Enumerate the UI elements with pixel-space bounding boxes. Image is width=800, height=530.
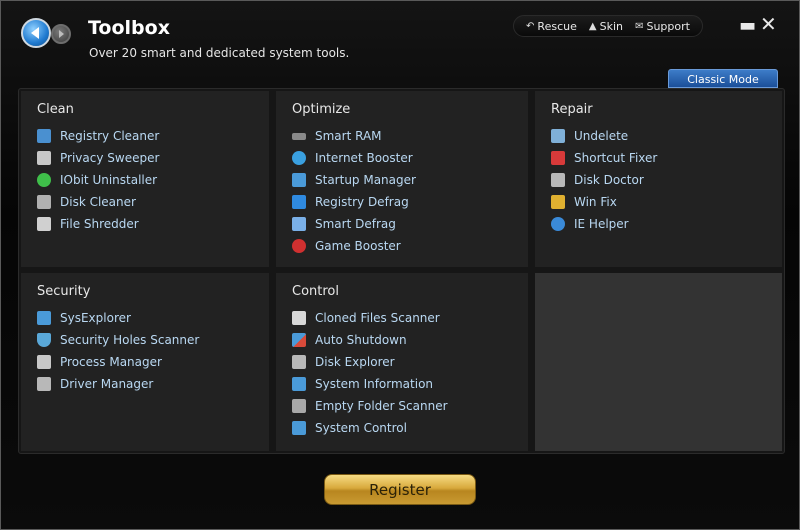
- tool-smart-ram[interactable]: Smart RAM: [292, 127, 382, 145]
- ram-icon: [292, 132, 306, 140]
- support-label: Support: [646, 19, 690, 33]
- tool-sysexplorer[interactable]: SysExplorer: [37, 309, 131, 327]
- minimize-button[interactable]: ▬: [739, 15, 756, 36]
- skin-label: Skin: [599, 19, 624, 33]
- monitor-icon: [292, 173, 306, 187]
- tool-disk-doctor[interactable]: Disk Doctor: [551, 171, 644, 189]
- shirt-icon: ▲: [588, 20, 597, 32]
- defrag-icon: [292, 217, 306, 231]
- tool-security-holes-scanner[interactable]: Security Holes Scanner: [37, 331, 199, 349]
- section-title: Security: [37, 284, 91, 299]
- rescue-link[interactable]: ↶ Rescue: [526, 20, 577, 33]
- tool-disk-cleaner[interactable]: Disk Cleaner: [37, 193, 136, 211]
- close-button[interactable]: ✕: [760, 12, 777, 36]
- back-arrow-icon: [31, 27, 39, 39]
- tool-cloned-files-scanner[interactable]: Cloned Files Scanner: [292, 309, 440, 327]
- sysexplorer-icon: [37, 311, 51, 325]
- registry-defrag-icon: [292, 195, 306, 209]
- optimize-section: Optimize Smart RAM Internet Booster Star…: [276, 91, 528, 267]
- page-title: Toolbox: [88, 17, 170, 39]
- tool-driver-manager[interactable]: Driver Manager: [37, 375, 153, 393]
- forward-arrow-icon: [59, 30, 64, 38]
- system-info-icon: [292, 377, 306, 391]
- windows-icon: [551, 195, 565, 209]
- tool-process-manager[interactable]: Process Manager: [37, 353, 162, 371]
- section-title: Control: [292, 284, 339, 299]
- tool-empty-folder-scanner[interactable]: Empty Folder Scanner: [292, 397, 448, 415]
- back-button[interactable]: [21, 18, 51, 48]
- top-links-bar: ↶ Rescue ▲ Skin ✉ Support: [513, 15, 703, 37]
- disk-doctor-icon: [551, 173, 565, 187]
- tool-auto-shutdown[interactable]: Auto Shutdown: [292, 331, 407, 349]
- back-arrow-icon: ↶: [526, 20, 535, 32]
- tool-system-information[interactable]: System Information: [292, 375, 433, 393]
- toolbox-window: Toolbox Over 20 smart and dedicated syst…: [0, 0, 800, 530]
- cloned-files-icon: [292, 311, 306, 325]
- envelope-icon: ✉: [635, 20, 644, 32]
- shortcut-icon: [551, 151, 565, 165]
- shredder-icon: [37, 217, 51, 231]
- tool-iobit-uninstaller[interactable]: IObit Uninstaller: [37, 171, 157, 189]
- page-subtitle: Over 20 smart and dedicated system tools…: [89, 46, 350, 60]
- register-button[interactable]: Register: [324, 474, 476, 505]
- tool-startup-manager[interactable]: Startup Manager: [292, 171, 416, 189]
- control-section: Control Cloned Files Scanner Auto Shutdo…: [276, 273, 528, 451]
- section-title: Clean: [37, 102, 74, 117]
- support-link[interactable]: ✉ Support: [635, 20, 690, 33]
- skin-link[interactable]: ▲ Skin: [589, 20, 623, 33]
- disk-explorer-icon: [292, 355, 306, 369]
- close-icon: ✕: [760, 12, 777, 36]
- uninstaller-icon: [37, 173, 51, 187]
- repair-section: Repair Undelete Shortcut Fixer Disk Doct…: [535, 91, 782, 267]
- forward-button[interactable]: [51, 24, 71, 44]
- tools-panel: Clean Registry Cleaner Privacy Sweeper I…: [18, 88, 785, 454]
- empty-section: [535, 273, 782, 451]
- rescue-label: Rescue: [537, 19, 577, 33]
- tool-privacy-sweeper[interactable]: Privacy Sweeper: [37, 149, 159, 167]
- clean-section: Clean Registry Cleaner Privacy Sweeper I…: [21, 91, 269, 267]
- tool-ie-helper[interactable]: IE Helper: [551, 215, 629, 233]
- driver-icon: [37, 377, 51, 391]
- tool-registry-cleaner[interactable]: Registry Cleaner: [37, 127, 159, 145]
- tool-system-control[interactable]: System Control: [292, 419, 407, 437]
- globe-icon: [292, 151, 306, 165]
- section-title: Optimize: [292, 102, 351, 117]
- gamepad-icon: [292, 239, 306, 253]
- system-control-icon: [292, 421, 306, 435]
- empty-folder-icon: [292, 399, 306, 413]
- broom-icon: [37, 151, 51, 165]
- tool-win-fix[interactable]: Win Fix: [551, 193, 617, 211]
- registry-cleaner-icon: [37, 129, 51, 143]
- disk-cleaner-icon: [37, 195, 51, 209]
- classic-mode-tab[interactable]: Classic Mode: [668, 69, 778, 88]
- process-icon: [37, 355, 51, 369]
- shutdown-icon: [292, 333, 306, 347]
- section-title: Repair: [551, 102, 593, 117]
- tool-smart-defrag[interactable]: Smart Defrag: [292, 215, 396, 233]
- tool-internet-booster[interactable]: Internet Booster: [292, 149, 413, 167]
- tool-file-shredder[interactable]: File Shredder: [37, 215, 139, 233]
- undelete-icon: [551, 129, 565, 143]
- ie-icon: [551, 217, 565, 231]
- security-section: Security SysExplorer Security Holes Scan…: [21, 273, 269, 451]
- tool-registry-defrag[interactable]: Registry Defrag: [292, 193, 409, 211]
- tool-undelete[interactable]: Undelete: [551, 127, 628, 145]
- tool-disk-explorer[interactable]: Disk Explorer: [292, 353, 395, 371]
- shield-icon: [37, 333, 51, 347]
- tool-game-booster[interactable]: Game Booster: [292, 237, 401, 255]
- tool-shortcut-fixer[interactable]: Shortcut Fixer: [551, 149, 657, 167]
